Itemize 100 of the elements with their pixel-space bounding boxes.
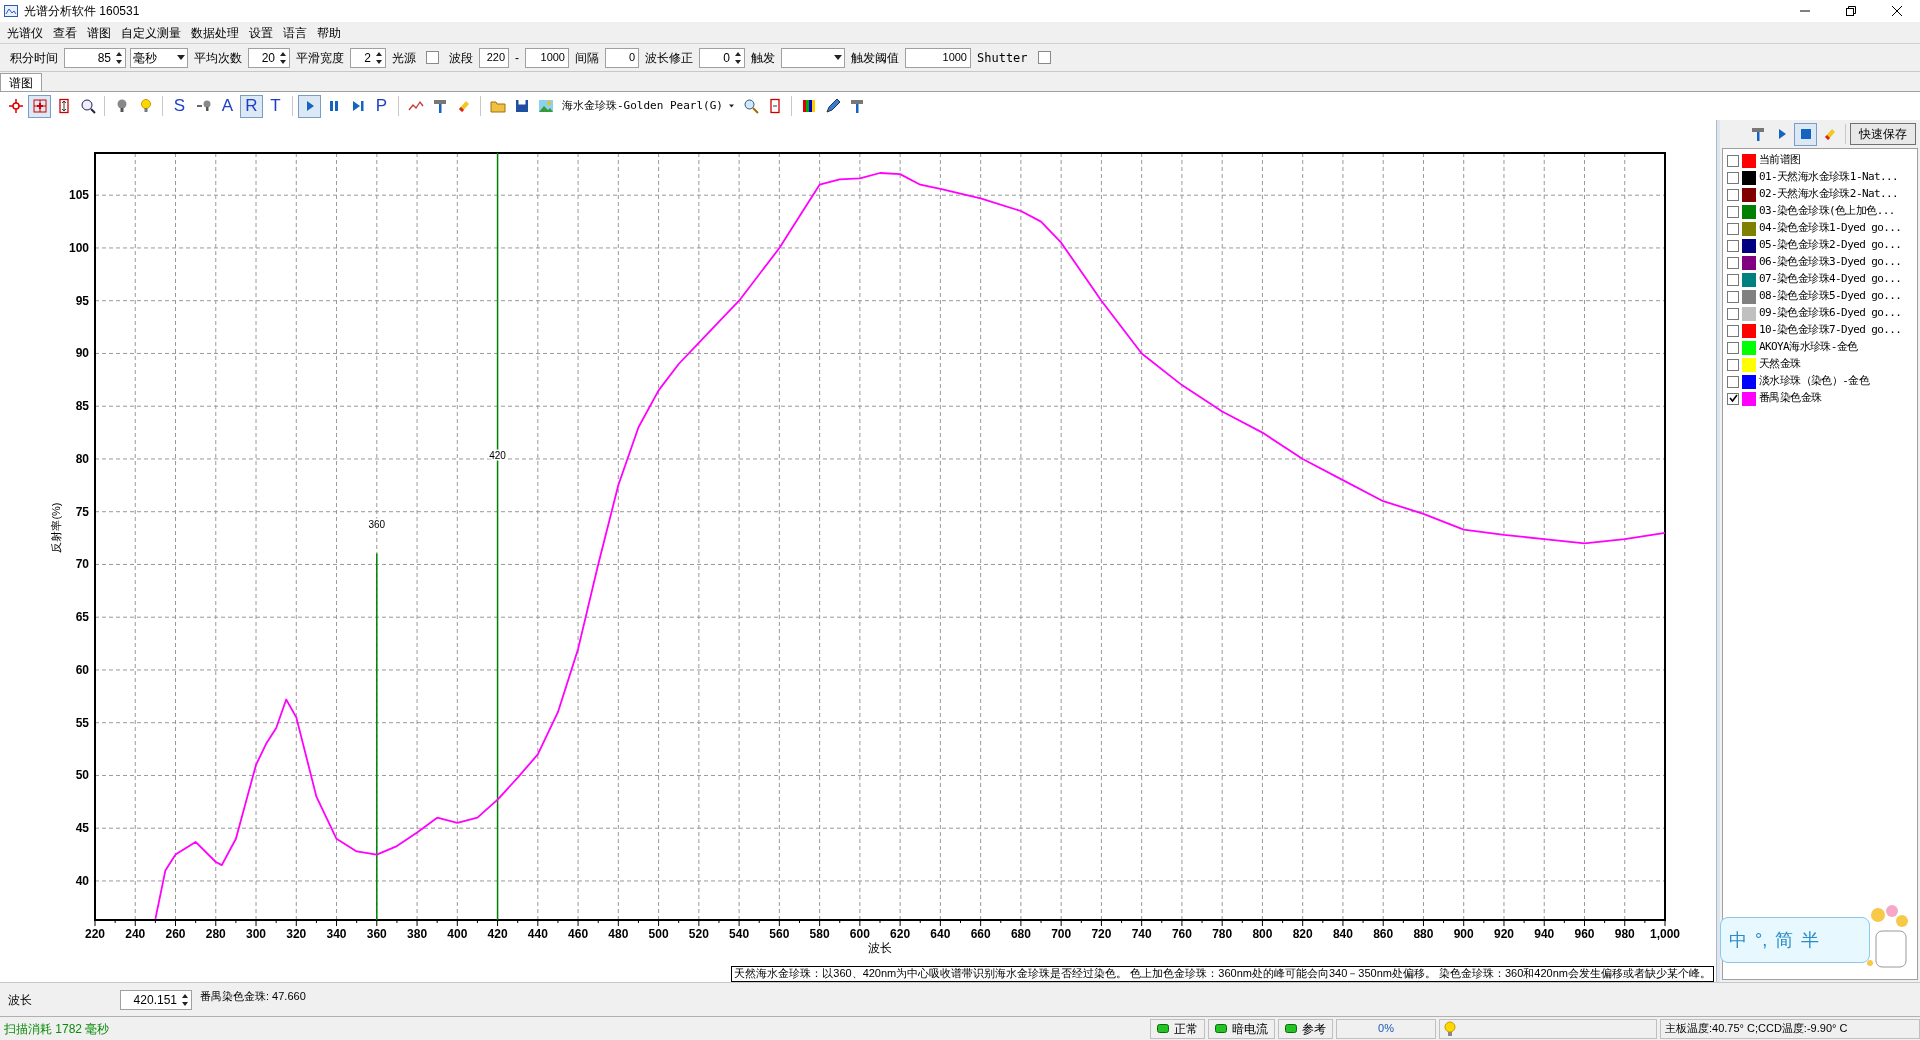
legend-label[interactable]: 天然金珠 bbox=[1759, 356, 1801, 373]
legend-checkbox[interactable] bbox=[1727, 375, 1739, 388]
spinner-icon bbox=[115, 50, 123, 65]
dropdown[interactable]: 毫秒 bbox=[130, 47, 188, 68]
grid-icon bbox=[31, 98, 48, 114]
play-tool[interactable] bbox=[298, 94, 321, 118]
checkbox[interactable] bbox=[1037, 51, 1051, 64]
legend-label[interactable]: 05-染色金珍珠2-Dyed go... bbox=[1759, 237, 1902, 254]
letter-tool[interactable]: T bbox=[264, 94, 287, 118]
letter-tool[interactable]: S bbox=[168, 94, 191, 118]
legend-checkbox[interactable] bbox=[1727, 188, 1739, 201]
legend-label[interactable]: AKOYA海水珍珠-金色 bbox=[1759, 339, 1858, 356]
x-tick-label: 380 bbox=[407, 927, 428, 941]
field-label: 触发 bbox=[751, 49, 775, 67]
led-icon bbox=[1215, 1024, 1227, 1033]
input-field[interactable]: 220 bbox=[479, 47, 509, 68]
x-tick-label: 420 bbox=[487, 927, 508, 941]
input-field[interactable]: 1000 bbox=[905, 47, 971, 68]
window-title: 光谱分析软件 160531 bbox=[24, 3, 140, 20]
legend-label[interactable]: 02-天然海水金珍珠2-Nat... bbox=[1759, 186, 1899, 203]
legend-checkbox[interactable] bbox=[1727, 273, 1739, 286]
legend-label[interactable]: 08-染色金珍珠5-Dyed go... bbox=[1759, 288, 1902, 305]
menu-item[interactable]: 自定义测量 bbox=[116, 23, 186, 42]
input-field[interactable]: 0 bbox=[605, 47, 639, 68]
dropdown[interactable] bbox=[781, 47, 845, 68]
x-tick-label: 240 bbox=[125, 927, 146, 941]
x-tick-label: 840 bbox=[1332, 927, 1353, 941]
menu-item[interactable]: 谱图 bbox=[82, 23, 116, 42]
lightbulb-icon bbox=[1444, 1020, 1456, 1037]
ime-toolbar[interactable]: 中 °, 简 半 bbox=[1720, 917, 1870, 963]
field-label: Shutter bbox=[977, 49, 1028, 67]
spinner-icon bbox=[279, 50, 287, 65]
tab[interactable]: 谱图 bbox=[0, 73, 42, 91]
image-icon bbox=[537, 98, 554, 114]
x-tick-label: 300 bbox=[246, 927, 267, 941]
x-tick-label: 720 bbox=[1091, 927, 1112, 941]
caret-icon bbox=[728, 104, 734, 108]
legend-label[interactable]: 番禺染色金珠 bbox=[1759, 390, 1822, 407]
legend-checkbox[interactable] bbox=[1727, 307, 1739, 320]
menu-item[interactable]: 数据处理 bbox=[186, 23, 244, 42]
y-tick-label: 100 bbox=[68, 240, 89, 255]
spin-box[interactable]: 2 bbox=[350, 47, 386, 68]
zoom-icon bbox=[79, 98, 96, 114]
x-tick-label: 640 bbox=[930, 927, 951, 941]
legend-checkbox[interactable] bbox=[1727, 154, 1739, 167]
x-tick-label: 360 bbox=[366, 927, 387, 941]
x-tick-label: 980 bbox=[1614, 927, 1635, 941]
spin-box[interactable]: 0 bbox=[699, 47, 745, 68]
menu-item[interactable]: 帮助 bbox=[312, 23, 346, 42]
legend-label[interactable]: 03-染色金珍珠(色上加色... bbox=[1759, 203, 1895, 220]
legend-label[interactable]: 01-天然海水金珍珠1-Nat... bbox=[1759, 169, 1899, 186]
y-tick-label: 65 bbox=[75, 610, 89, 625]
legend-checkbox[interactable] bbox=[1727, 392, 1739, 405]
letter-tool[interactable]: P bbox=[370, 94, 393, 118]
legend-checkbox[interactable] bbox=[1727, 205, 1739, 218]
legend-checkbox[interactable] bbox=[1727, 256, 1739, 269]
legend-label[interactable]: 09-染色金珍珠6-Dyed go... bbox=[1759, 305, 1902, 322]
y-tick-label: 70 bbox=[75, 557, 89, 572]
menu-item[interactable]: 设置 bbox=[244, 23, 278, 42]
menu-item[interactable]: 查看 bbox=[48, 23, 82, 42]
grid-tool[interactable] bbox=[28, 94, 51, 118]
x-tick-label: 680 bbox=[1010, 927, 1031, 941]
legend-checkbox[interactable] bbox=[1727, 341, 1739, 354]
letter-tool[interactable]: R bbox=[240, 94, 263, 118]
spin-box[interactable]: 85 bbox=[64, 47, 126, 68]
legend-checkbox[interactable] bbox=[1727, 324, 1739, 337]
y-tick-label: 75 bbox=[75, 504, 89, 519]
legend-checkbox[interactable] bbox=[1727, 171, 1739, 184]
legend-label[interactable]: 04-染色金珍珠1-Dyed go... bbox=[1759, 220, 1902, 237]
folder-icon bbox=[489, 98, 506, 114]
menu-item[interactable]: 光谱仪 bbox=[2, 23, 48, 42]
legend-label[interactable]: 淡水珍珠（染色）-金色 bbox=[1759, 373, 1870, 390]
legend-label[interactable]: 06-染色金珍珠3-Dyed go... bbox=[1759, 254, 1902, 271]
reading-text: 番禺染色金珠: 47.660 bbox=[200, 989, 306, 1004]
checkbox[interactable] bbox=[426, 51, 439, 64]
y-axis-label: 反射率(%) bbox=[50, 502, 62, 553]
quick-save-button[interactable]: 快速保存 bbox=[1850, 123, 1916, 145]
crosshair-icon bbox=[7, 98, 24, 114]
x-tick-label: 740 bbox=[1131, 927, 1152, 941]
x-tick-label: 800 bbox=[1252, 927, 1273, 941]
legend-checkbox[interactable] bbox=[1727, 290, 1739, 303]
stop-tool[interactable] bbox=[1794, 122, 1817, 146]
y-tick-label: 60 bbox=[75, 662, 89, 677]
spectrum-dropdown[interactable]: 海水金珍珠-Golden Pearl(G) bbox=[558, 95, 738, 117]
spin-box[interactable]: 20 bbox=[248, 47, 290, 68]
input-field[interactable]: 1000 bbox=[525, 47, 569, 68]
field-label: 平滑宽度 bbox=[296, 49, 344, 67]
legend-checkbox[interactable] bbox=[1727, 222, 1739, 235]
legend-checkbox[interactable] bbox=[1727, 239, 1739, 252]
legend-label[interactable]: 当前谱图 bbox=[1759, 152, 1801, 169]
dash-bulb-icon bbox=[195, 98, 212, 114]
legend-label[interactable]: 07-染色金珍珠4-Dyed go... bbox=[1759, 271, 1902, 288]
wavelength-spin-box[interactable]: 420.151 bbox=[120, 989, 192, 1010]
field-label: 触发阈值 bbox=[851, 49, 899, 67]
letter-tool[interactable]: A bbox=[216, 94, 239, 118]
menu-item[interactable]: 语言 bbox=[278, 23, 312, 42]
ime-option[interactable]: °, bbox=[1755, 926, 1768, 954]
spinner-icon bbox=[375, 50, 383, 65]
legend-checkbox[interactable] bbox=[1727, 358, 1739, 371]
legend-label[interactable]: 10-染色金珍珠7-Dyed go... bbox=[1759, 322, 1902, 339]
